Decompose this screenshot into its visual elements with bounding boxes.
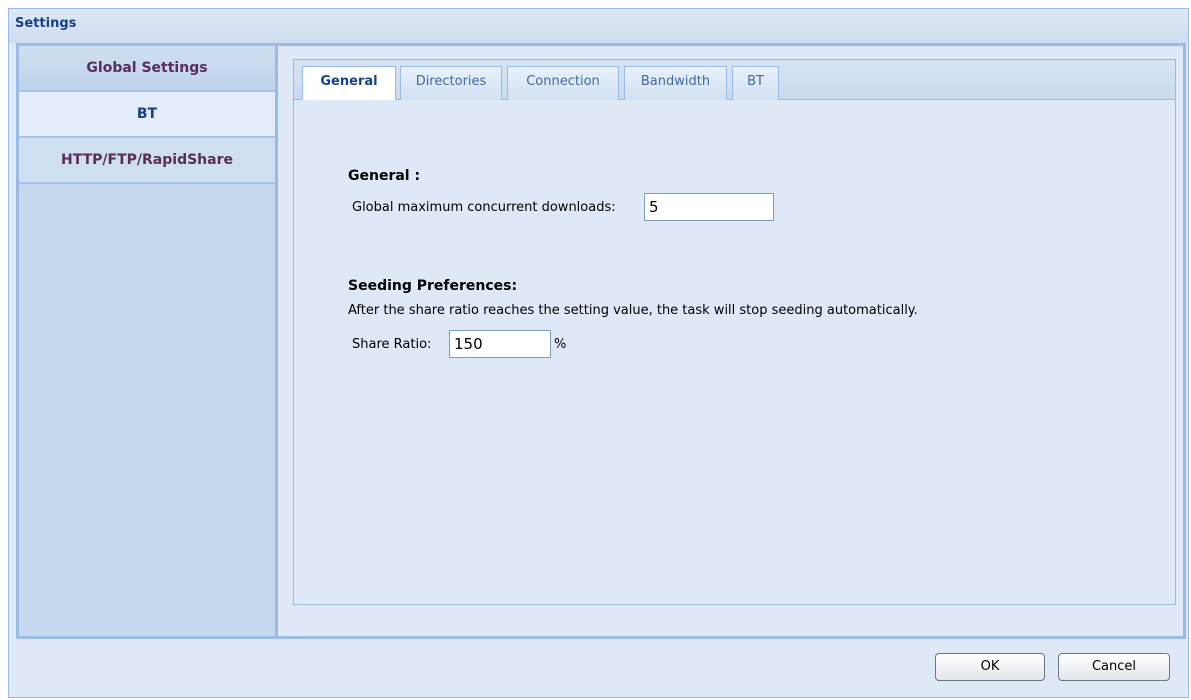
general-heading: General : (348, 168, 421, 184)
tab-panel: General Directories Connection Bandwidth… (293, 59, 1176, 605)
max-downloads-input[interactable]: 5 (644, 193, 774, 221)
content-panel: General Directories Connection Bandwidth… (278, 46, 1183, 636)
share-ratio-label: Share Ratio: (352, 337, 432, 352)
window-title: Settings (9, 9, 1188, 43)
settings-body: Global Settings BT HTTP/FTP/RapidShare G… (16, 43, 1186, 639)
share-ratio-unit: % (554, 337, 567, 352)
sidebar-item-global-settings[interactable]: Global Settings (19, 46, 275, 92)
tab-bandwidth[interactable]: Bandwidth (624, 66, 727, 100)
share-ratio-input[interactable]: 150 (449, 330, 551, 358)
sidebar-item-http-ftp-rapidshare[interactable]: HTTP/FTP/RapidShare (19, 138, 275, 184)
tab-directories[interactable]: Directories (400, 66, 502, 100)
cancel-button[interactable]: Cancel (1058, 653, 1170, 681)
tab-bt[interactable]: BT (732, 66, 779, 100)
tab-general[interactable]: General (302, 66, 396, 101)
settings-sidebar: Global Settings BT HTTP/FTP/RapidShare (19, 46, 278, 636)
ok-button[interactable]: OK (935, 653, 1045, 681)
tab-connection[interactable]: Connection (507, 66, 619, 100)
seeding-description: After the share ratio reaches the settin… (348, 303, 918, 318)
tab-strip: General Directories Connection Bandwidth… (294, 60, 1175, 101)
max-downloads-label: Global maximum concurrent downloads: (352, 200, 616, 215)
tab-content-general: General : Global maximum concurrent down… (294, 100, 1175, 604)
seeding-heading: Seeding Preferences: (348, 278, 518, 294)
settings-window: Settings Global Settings BT HTTP/FTP/Rap… (8, 8, 1189, 698)
sidebar-item-bt[interactable]: BT (19, 92, 275, 138)
